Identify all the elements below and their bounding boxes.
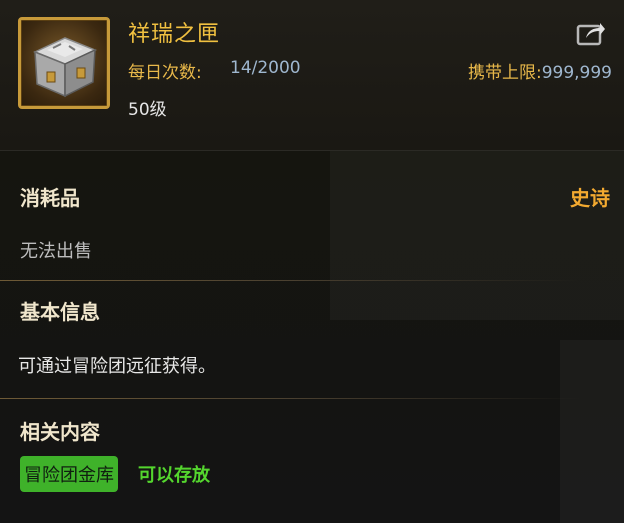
background-decoration (330, 150, 624, 320)
item-tooltip-panel: 祥瑞之匣 每日次数: 14/2000 携带上限:999,999 50级 消耗品 … (0, 0, 624, 523)
section-divider (0, 280, 580, 281)
share-icon[interactable] (576, 20, 606, 46)
adventure-vault-badge[interactable]: 冒险团金库 (20, 456, 118, 492)
section-divider (0, 398, 580, 399)
storable-note: 可以存放 (138, 465, 210, 486)
item-rarity: 史诗 (570, 186, 610, 210)
item-level: 50级 (128, 100, 167, 120)
item-icon-frame (18, 17, 110, 109)
item-header: 祥瑞之匣 每日次数: 14/2000 携带上限:999,999 50级 (0, 0, 624, 150)
basic-info-title: 基本信息 (20, 300, 100, 324)
daily-count-value: 14/2000 (230, 58, 301, 78)
header-divider (0, 150, 624, 151)
background-decoration (560, 340, 624, 523)
related-content-title: 相关内容 (20, 420, 100, 444)
sell-status: 无法出售 (20, 241, 92, 262)
carry-limit-value: 999,999 (541, 63, 612, 83)
daily-count-label: 每日次数: (128, 63, 202, 83)
item-category: 消耗品 (20, 186, 80, 210)
carry-limit-label: 携带上限: (467, 63, 542, 83)
carry-limit: 携带上限:999,999 (468, 58, 612, 83)
basic-info-description: 可通过冒险团远征获得。 (18, 356, 216, 377)
item-name: 祥瑞之匣 (128, 22, 221, 47)
silver-treasure-chest-icon (33, 37, 97, 98)
